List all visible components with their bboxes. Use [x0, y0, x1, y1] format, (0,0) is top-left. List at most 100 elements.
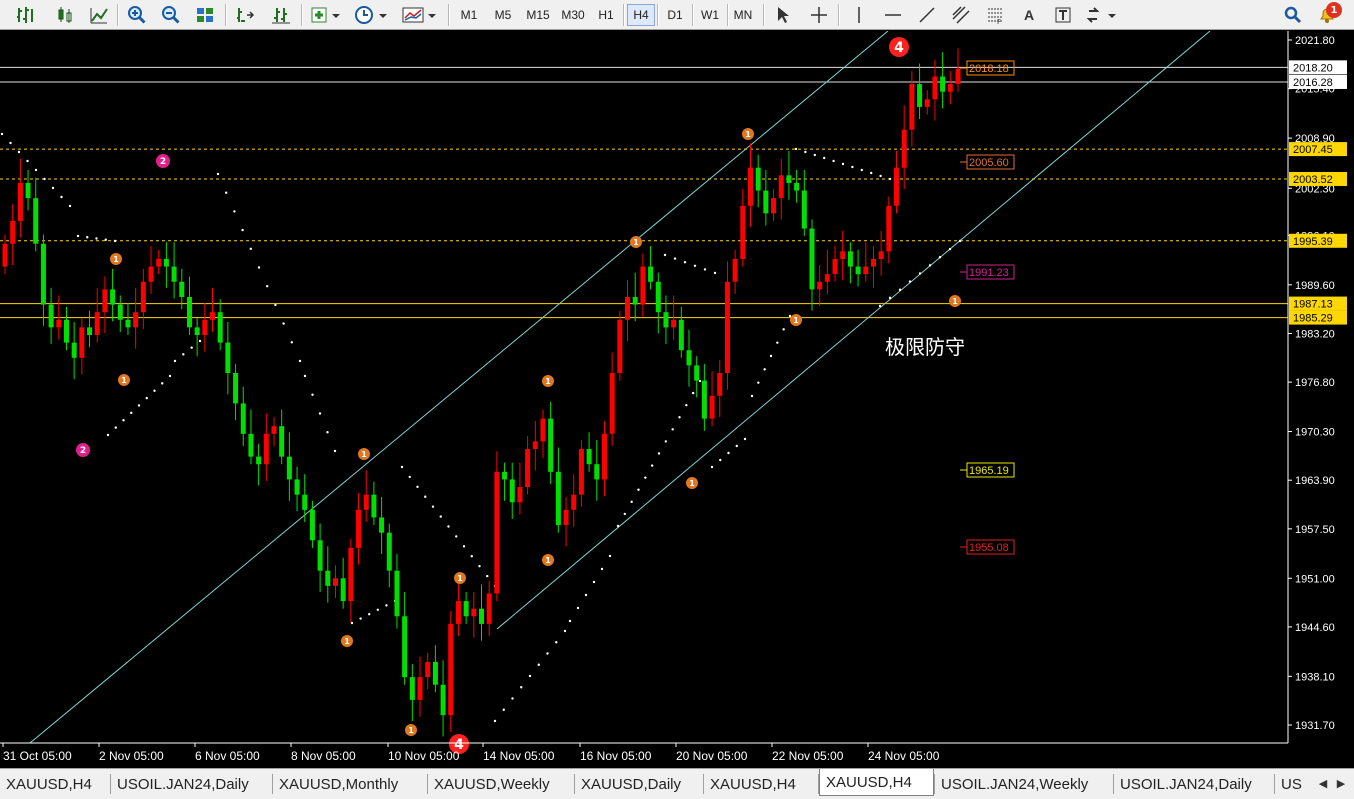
candle-body [486, 593, 492, 624]
candle-body [663, 312, 669, 328]
candle-body [901, 129, 907, 168]
sar-dot [113, 239, 117, 243]
candle-body [479, 608, 484, 624]
arrows-dropdown-icon[interactable] [1084, 3, 1120, 27]
candle-body [125, 319, 131, 328]
sar-dot [823, 156, 826, 160]
sar-dot [511, 697, 514, 700]
sar-dot [813, 153, 816, 157]
sar-dot [683, 261, 687, 264]
timeframe-w1-button[interactable]: W1 [695, 4, 725, 26]
horizontal-line-icon[interactable] [880, 3, 906, 27]
candle-body [809, 228, 815, 290]
bar-chart-icon[interactable] [12, 3, 38, 27]
indicators-dropdown-icon[interactable] [308, 3, 344, 27]
timeframe-h4-button[interactable]: H4 [627, 4, 655, 26]
candle-body [325, 570, 331, 586]
periodicity-dropdown-icon[interactable] [352, 3, 392, 27]
chart-tab[interactable]: XAUUSD,Weekly [428, 772, 574, 796]
timeframe-mn-button[interactable]: MN [729, 4, 757, 26]
sar-dot [616, 524, 620, 528]
price-axis-label: 1944.60 [1295, 622, 1335, 634]
sar-dot [290, 341, 293, 344]
chart-tab[interactable]: XAUUSD,H4 [0, 772, 110, 796]
candle-body [409, 677, 415, 700]
chart-tab[interactable]: XAUUSD,Monthly [273, 772, 427, 796]
crosshair-icon[interactable] [806, 3, 832, 27]
chart-tab[interactable]: USOIL.JAN24,Daily [1114, 772, 1274, 796]
timeframe-m5-button[interactable]: M5 [487, 4, 519, 26]
candle-body [210, 312, 216, 320]
sar-dot [502, 708, 505, 711]
chart-tab[interactable]: USOIL.JAN24,Daily [111, 772, 272, 796]
candle-body [294, 479, 300, 495]
auto-scroll-icon[interactable] [268, 3, 294, 27]
candle-body [217, 312, 223, 343]
wave-label-text: 1 [545, 556, 551, 565]
sar-dot [685, 403, 688, 407]
candle-body [63, 319, 69, 343]
sar-dot [735, 444, 738, 448]
line-chart-icon[interactable] [86, 3, 112, 27]
chart-tab[interactable]: US [1275, 772, 1311, 796]
fibonacci-icon[interactable]: F [982, 3, 1008, 27]
price-chart[interactable]: 44221111111111111 2018.182005.601991.231… [0, 31, 1354, 768]
candle-body [886, 205, 892, 252]
price-tag-text: 2007.45 [1293, 144, 1333, 156]
chart-shift-icon[interactable] [232, 3, 258, 27]
cursor-icon[interactable] [770, 3, 796, 27]
tabs-scroll-right-icon[interactable]: ▶ [1334, 775, 1348, 791]
candle-body [924, 99, 930, 107]
candle-body [747, 167, 753, 206]
sar-dot [757, 381, 760, 384]
price-tag-text: 1995.39 [1293, 236, 1333, 248]
chart-tab[interactable]: XAUUSD,Daily [575, 772, 703, 796]
candle-body [909, 84, 915, 130]
tile-windows-icon[interactable] [192, 3, 218, 27]
zoom-in-icon[interactable] [124, 3, 150, 27]
chart-tab[interactable]: USOIL.JAN24,Weekly [935, 772, 1113, 796]
candle-body [402, 616, 408, 678]
candle-body [417, 677, 423, 700]
templates-dropdown-icon[interactable] [400, 3, 440, 27]
sar-dot [266, 285, 269, 288]
candle-body [371, 494, 377, 518]
timeframe-h1-button[interactable]: H1 [591, 4, 621, 26]
candle-body [240, 403, 246, 434]
candle-body [117, 304, 123, 320]
timeframe-m15-button[interactable]: M15 [521, 4, 555, 26]
sar-dot [555, 641, 558, 644]
candle-body [317, 540, 323, 571]
search-icon[interactable] [1280, 3, 1306, 27]
timeframe-d1-button[interactable]: D1 [660, 4, 690, 26]
candle-body [386, 532, 392, 571]
candle-body [233, 372, 239, 404]
zoom-out-icon[interactable] [158, 3, 184, 27]
candle-body [586, 449, 592, 465]
candle-body [824, 274, 830, 282]
text-tool-button[interactable]: A [1016, 3, 1042, 27]
timeframe-m30-button[interactable]: M30 [556, 4, 590, 26]
timeframe-m1-button[interactable]: M1 [453, 4, 485, 26]
price-tag-text: 2003.52 [1293, 174, 1333, 186]
equidistant-channel-icon[interactable] [948, 3, 974, 27]
vertical-line-icon[interactable] [846, 3, 872, 27]
candlestick-chart-icon[interactable] [52, 3, 78, 27]
candle-body [87, 327, 93, 335]
candle-body [302, 494, 308, 510]
chart-tab[interactable]: XAUUSD,H4 [704, 772, 818, 796]
candle-body [225, 342, 231, 373]
sar-dot [763, 368, 766, 371]
tabs-scroll-left-icon[interactable]: ◀ [1316, 775, 1330, 791]
price-axis-label: 1951.00 [1295, 573, 1335, 585]
chart-tab[interactable]: XAUUSD,H4 [819, 769, 934, 796]
sar-dot [86, 236, 89, 239]
trendline-icon[interactable] [914, 3, 940, 27]
sar-dot [878, 304, 882, 308]
candle-body [763, 190, 769, 214]
text-label-icon[interactable] [1050, 3, 1076, 27]
sar-dot [274, 303, 277, 307]
sar-dot [568, 619, 572, 623]
candle-body [340, 578, 346, 602]
candle-body [363, 494, 369, 510]
